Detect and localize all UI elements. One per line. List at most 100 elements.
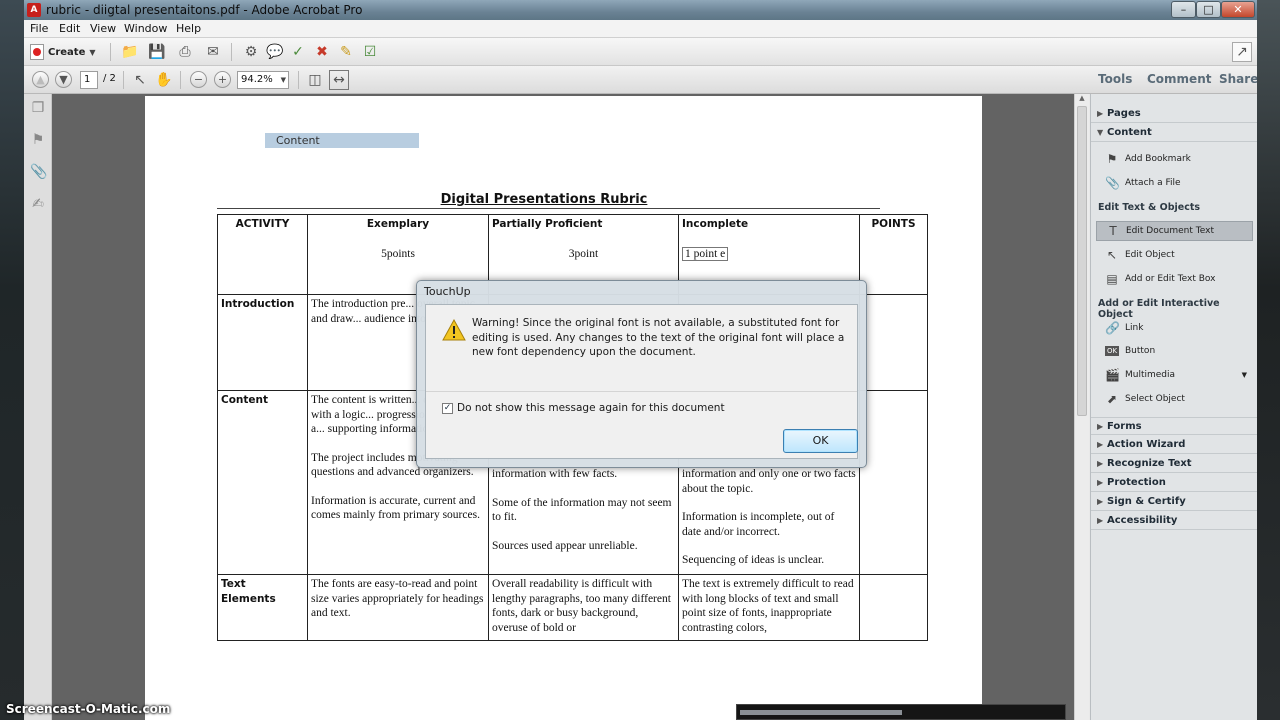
object-cursor-icon: ↖ [1106,248,1118,262]
create-button[interactable]: Create ▼ [30,42,96,62]
paperclip-icon: 📎 [1105,176,1120,190]
ok-button-icon: OK [1105,346,1119,356]
text-paragraph: Information is accurate, current and com… [311,494,480,522]
expand-icon[interactable]: ↗ [1232,42,1252,62]
text-tool-icon: T [1109,224,1117,238]
minimize-button[interactable]: – [1171,1,1196,18]
save-icon[interactable]: 💾 [147,42,167,62]
edit-check-icon[interactable]: ✓ [288,42,308,62]
desktop-background-right [1257,0,1280,720]
print-icon[interactable]: ⎙ [175,42,195,62]
content-tag[interactable]: Content [265,133,419,148]
zoom-level-select[interactable]: 94.2% ▼ [237,71,289,89]
toolbar-separator [123,71,124,89]
hand-tool-icon[interactable]: ✋ [154,70,174,90]
activity-introduction: Introduction [217,294,308,391]
fit-page-icon[interactable]: ◫ [305,70,325,90]
maximize-button[interactable]: □ [1196,1,1221,18]
review-icon[interactable]: ✎ [336,42,356,62]
section-sign-certify[interactable]: ▶ Sign & Certify [1091,493,1257,511]
add-bookmark-button[interactable]: ⚑ Add Bookmark [1105,149,1255,169]
bookmark-icon[interactable]: ⚑ [30,132,46,148]
acrobat-icon: A [27,3,41,17]
fit-width-icon[interactable]: ↔ [329,70,349,90]
menu-window[interactable]: Window [124,22,167,35]
cell-text-incomplete[interactable]: The text is extremely difficult to read … [678,574,860,641]
close-button[interactable]: ✕ [1221,1,1255,18]
menu-view[interactable]: View [90,22,116,35]
button-tool-button[interactable]: OK Button [1105,341,1255,361]
select-cursor-icon[interactable]: ↖ [130,70,150,90]
vertical-scrollbar[interactable]: ▲ [1074,94,1089,720]
next-page-button[interactable]: ▼ [55,71,72,88]
section-protection[interactable]: ▶ Protection [1091,474,1257,492]
tab-share[interactable]: Share [1219,72,1257,86]
multimedia-button[interactable]: 🎬 Multimedia ▼ [1105,365,1255,385]
tab-comment[interactable]: Comment [1147,72,1211,86]
cell-content-points[interactable] [859,390,928,575]
page-number-input[interactable]: 1 [80,71,98,89]
toolbar-separator [298,71,299,89]
navigation-toolbar: ▲ ▼ 1 / 2 ↖ ✋ − + 94.2% ▼ ◫ ↔ Tools Comm… [24,66,1257,94]
section-action-wizard[interactable]: ▶ Action Wizard [1091,436,1257,454]
cell-text-partial[interactable]: Overall readability is difficult with le… [488,574,679,641]
caret-right-icon: ▶ [1097,440,1104,449]
previous-page-button[interactable]: ▲ [32,71,49,88]
dialog-separator [426,391,857,392]
text-paragraph: Information is incomplete, out of date a… [682,511,835,538]
forms-icon[interactable]: ☑ [360,42,380,62]
cell-intro-points[interactable] [859,294,928,391]
title-rule [217,208,880,209]
caret-right-icon: ▶ [1097,422,1104,431]
menu-file[interactable]: File [30,22,48,35]
dont-show-again-checkbox[interactable]: ✓ Do not show this message again for thi… [442,402,725,414]
section-accessibility[interactable]: ▶ Accessibility [1091,512,1257,530]
section-forms[interactable]: ▶ Forms [1091,417,1257,435]
link-button[interactable]: 🔗 Link [1105,318,1255,338]
scrollbar-thumb[interactable] [1077,106,1087,416]
page-thumbnails-icon[interactable]: ❐ [30,100,46,116]
menu-edit[interactable]: Edit [59,22,80,35]
text-paragraph: Sequencing of ideas is unclear. [682,554,825,566]
attach-file-button[interactable]: 📎 Attach a File [1105,173,1255,193]
zoom-out-button[interactable]: − [190,71,207,88]
delete-page-icon[interactable]: ✖ [312,42,332,62]
arrow-cursor-icon: ⬈ [1106,392,1118,406]
menu-help[interactable]: Help [176,22,201,35]
cell-text-exemplary[interactable]: The fonts are easy-to-read and point siz… [307,574,489,641]
section-pages[interactable]: ▶ Pages [1091,105,1257,123]
section-content[interactable]: ▼ Content [1091,124,1257,142]
text-paragraph: information and only one or two facts ab… [682,468,856,495]
touchup-dialog: TouchUp Warning! Since the original font… [416,280,867,468]
attachment-icon[interactable]: 📎 [30,164,47,180]
header-activity: ACTIVITY [217,214,308,295]
settings-gear-icon[interactable]: ⚙ [241,42,261,62]
signature-icon[interactable]: ✍ [30,196,46,212]
comment-icon[interactable]: 💬 [265,42,285,62]
zoom-in-button[interactable]: + [214,71,231,88]
toolbar-separator [110,43,111,61]
ok-button[interactable]: OK [783,429,858,453]
add-text-box-button[interactable]: ▤ Add or Edit Text Box [1105,269,1255,289]
warning-icon [442,319,466,341]
edit-document-text-button[interactable]: T Edit Document Text [1096,221,1253,241]
section-recognize-text[interactable]: ▶ Recognize Text [1091,455,1257,473]
rubric-title: Digital Presentations Rubric [440,192,648,207]
caret-right-icon: ▶ [1097,516,1104,525]
selected-text-box[interactable]: 1 point e [682,246,729,261]
dialog-body: Warning! Since the original font is not … [425,304,858,459]
checkbox-checked-icon[interactable]: ✓ [442,402,453,414]
screencast-watermark: Screencast-O-Matic.com [6,702,171,716]
tab-tools[interactable]: Tools [1098,72,1132,86]
email-icon[interactable]: ✉ [203,42,223,62]
select-object-button[interactable]: ⬈ Select Object [1105,389,1255,409]
scroll-up-icon[interactable]: ▲ [1077,94,1087,104]
open-folder-icon[interactable]: 📁 [120,42,140,62]
chevron-down-icon: ▼ [280,76,286,84]
cell-text-points[interactable] [859,574,928,641]
progress-fill [740,710,902,715]
multimedia-icon: 🎬 [1105,368,1120,382]
text-paragraph: information with few facts. [492,468,618,480]
chevron-down-icon: ▼ [89,47,96,57]
edit-object-button[interactable]: ↖ Edit Object [1105,245,1255,265]
